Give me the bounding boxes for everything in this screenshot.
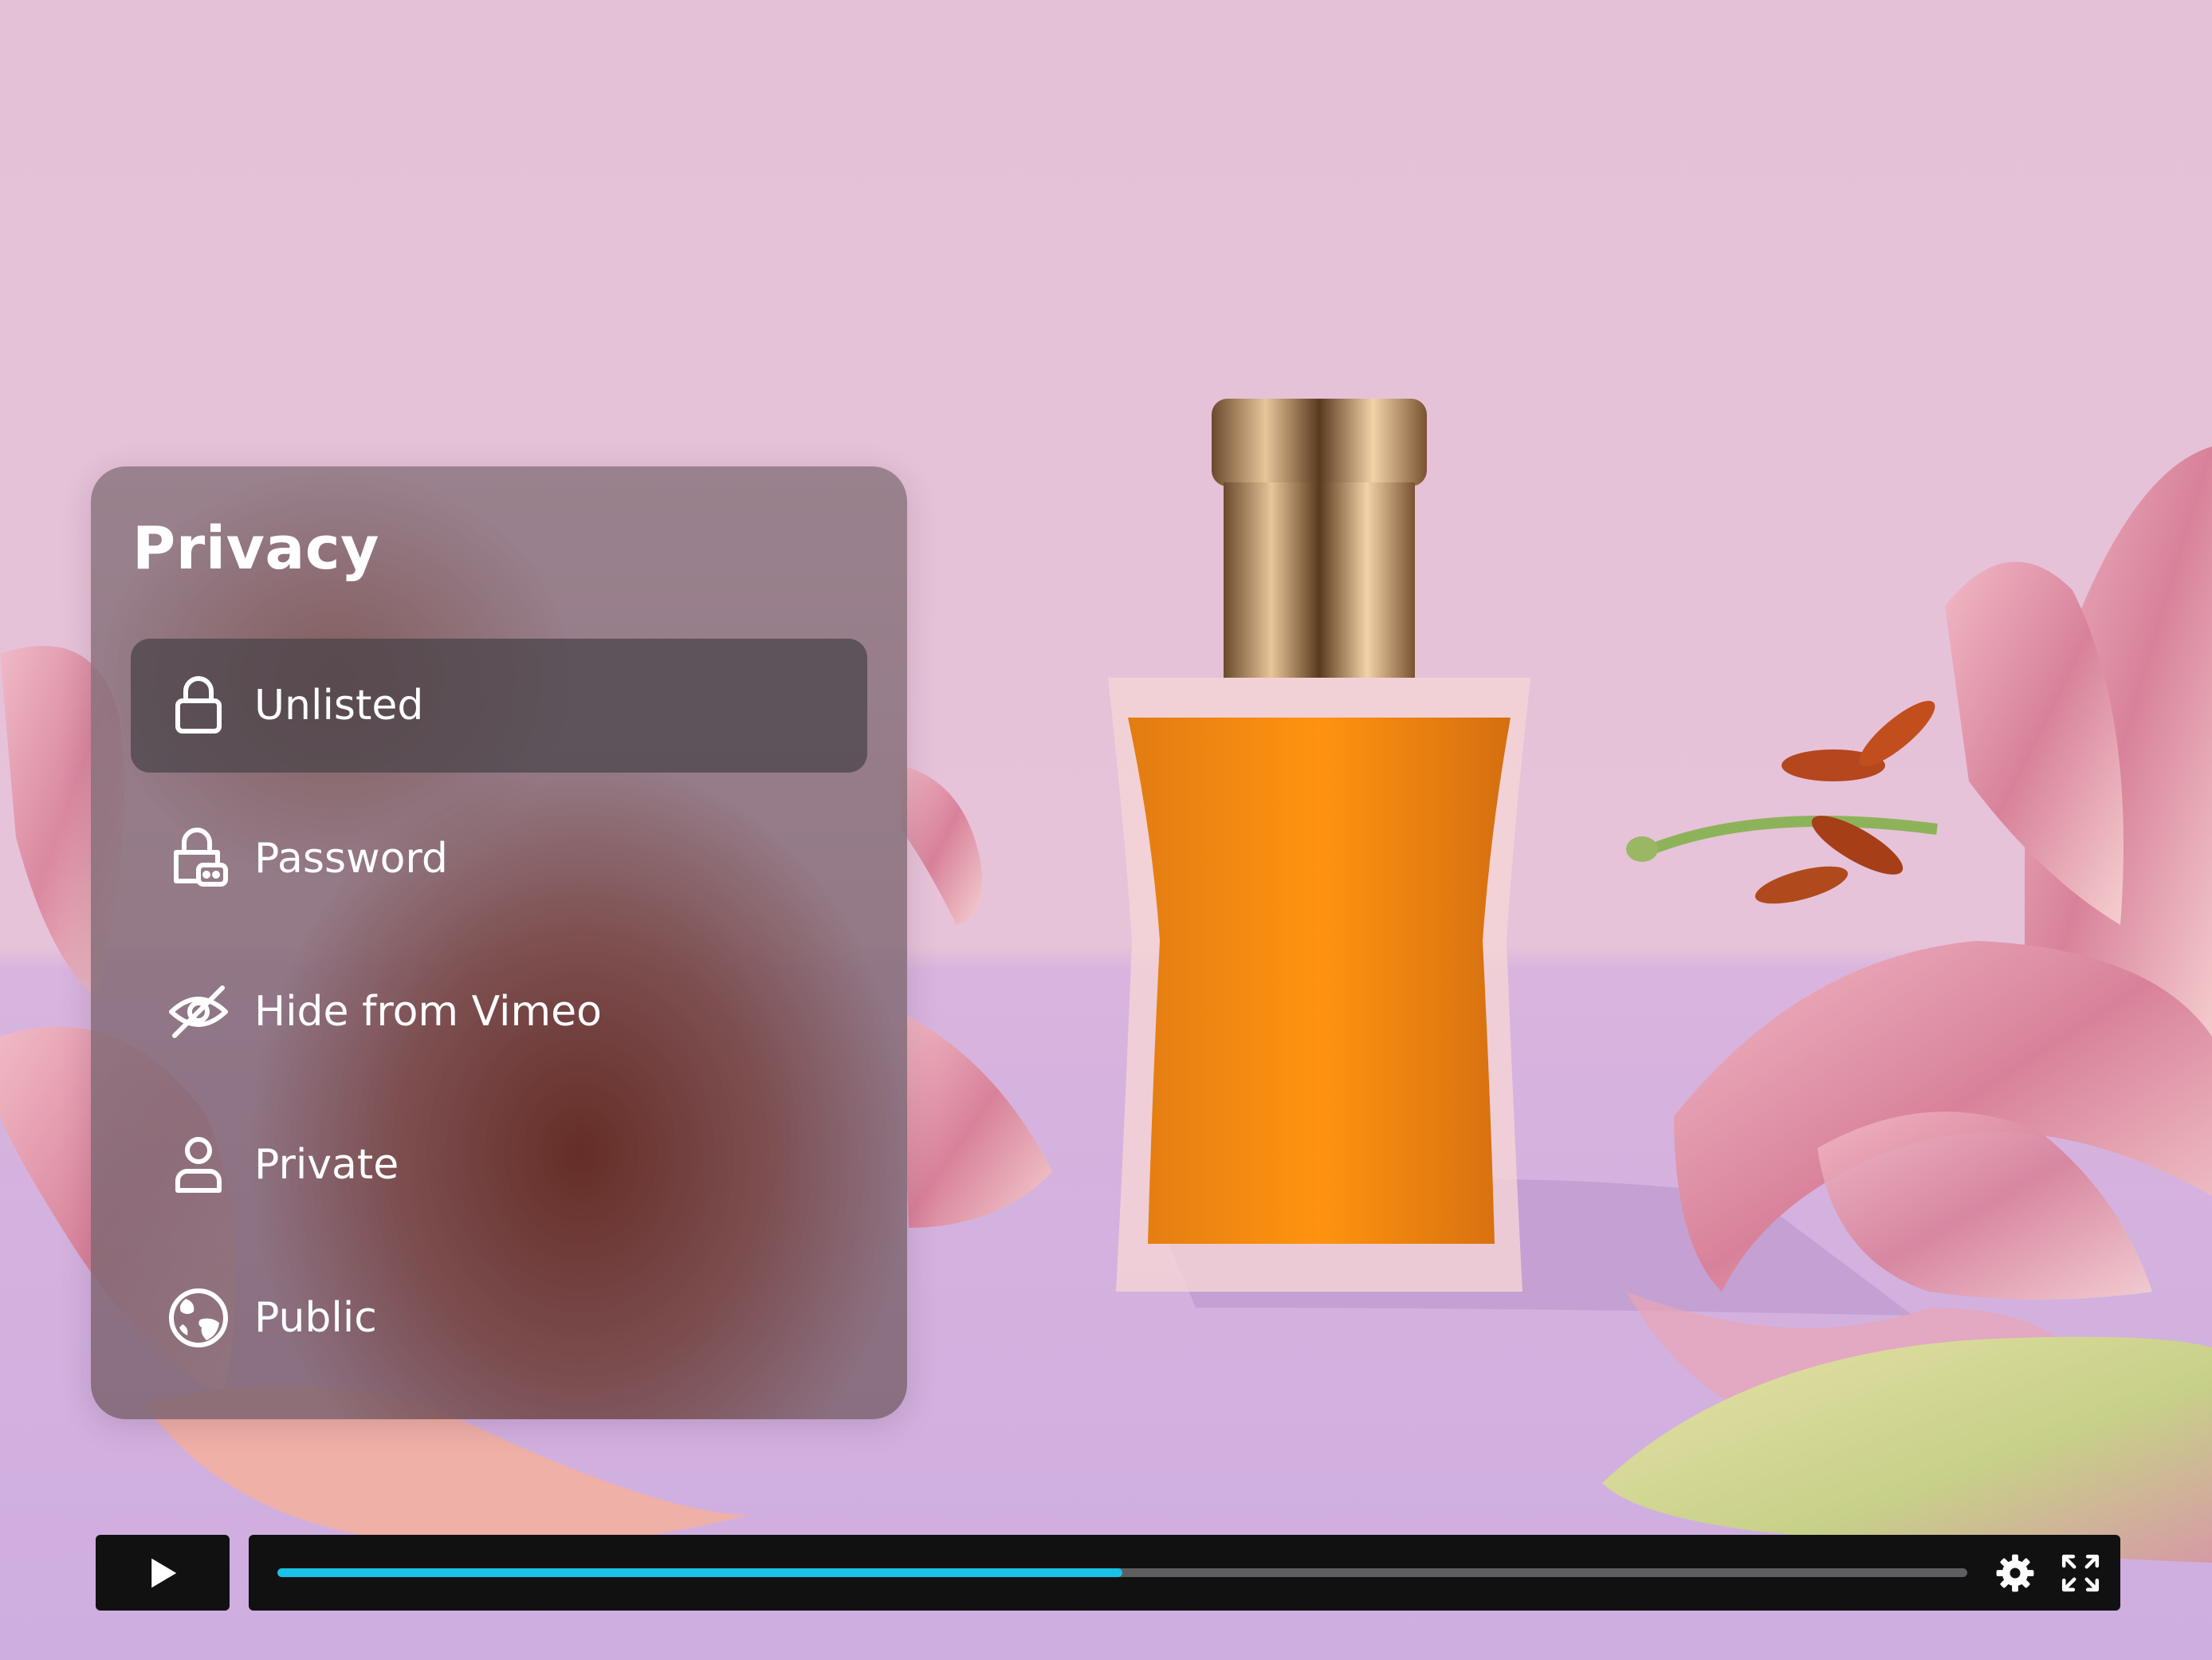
- privacy-option-public[interactable]: Public: [131, 1251, 867, 1385]
- privacy-panel: Privacy Unlisted Password Hide from Vime…: [91, 466, 907, 1419]
- option-label: Password: [254, 835, 448, 883]
- privacy-option-hide-from-vimeo[interactable]: Hide from Vimeo: [131, 945, 867, 1079]
- lock-icon: [167, 674, 230, 738]
- progress-fill: [277, 1568, 1122, 1577]
- privacy-option-password[interactable]: Password: [131, 792, 867, 926]
- globe-icon: [167, 1286, 230, 1350]
- panel-title: Privacy: [132, 514, 379, 583]
- video-frame: Privacy Unlisted Password Hide from Vime…: [0, 0, 2212, 1660]
- lock-password-icon: [167, 827, 230, 891]
- option-label: Public: [254, 1294, 377, 1342]
- privacy-option-unlisted[interactable]: Unlisted: [131, 639, 867, 773]
- progress-bar[interactable]: [277, 1568, 1967, 1577]
- option-label: Private: [254, 1141, 399, 1189]
- player-control-bar: [249, 1535, 2120, 1611]
- option-label: Hide from Vimeo: [254, 988, 602, 1036]
- eye-slash-icon: [167, 980, 230, 1044]
- gear-icon[interactable]: [1994, 1552, 2036, 1594]
- user-icon: [167, 1133, 230, 1197]
- option-label: Unlisted: [254, 682, 424, 730]
- play-icon: [151, 1558, 177, 1587]
- fullscreen-icon[interactable]: [2060, 1552, 2101, 1594]
- privacy-option-private[interactable]: Private: [131, 1098, 867, 1232]
- play-button[interactable]: [96, 1535, 230, 1611]
